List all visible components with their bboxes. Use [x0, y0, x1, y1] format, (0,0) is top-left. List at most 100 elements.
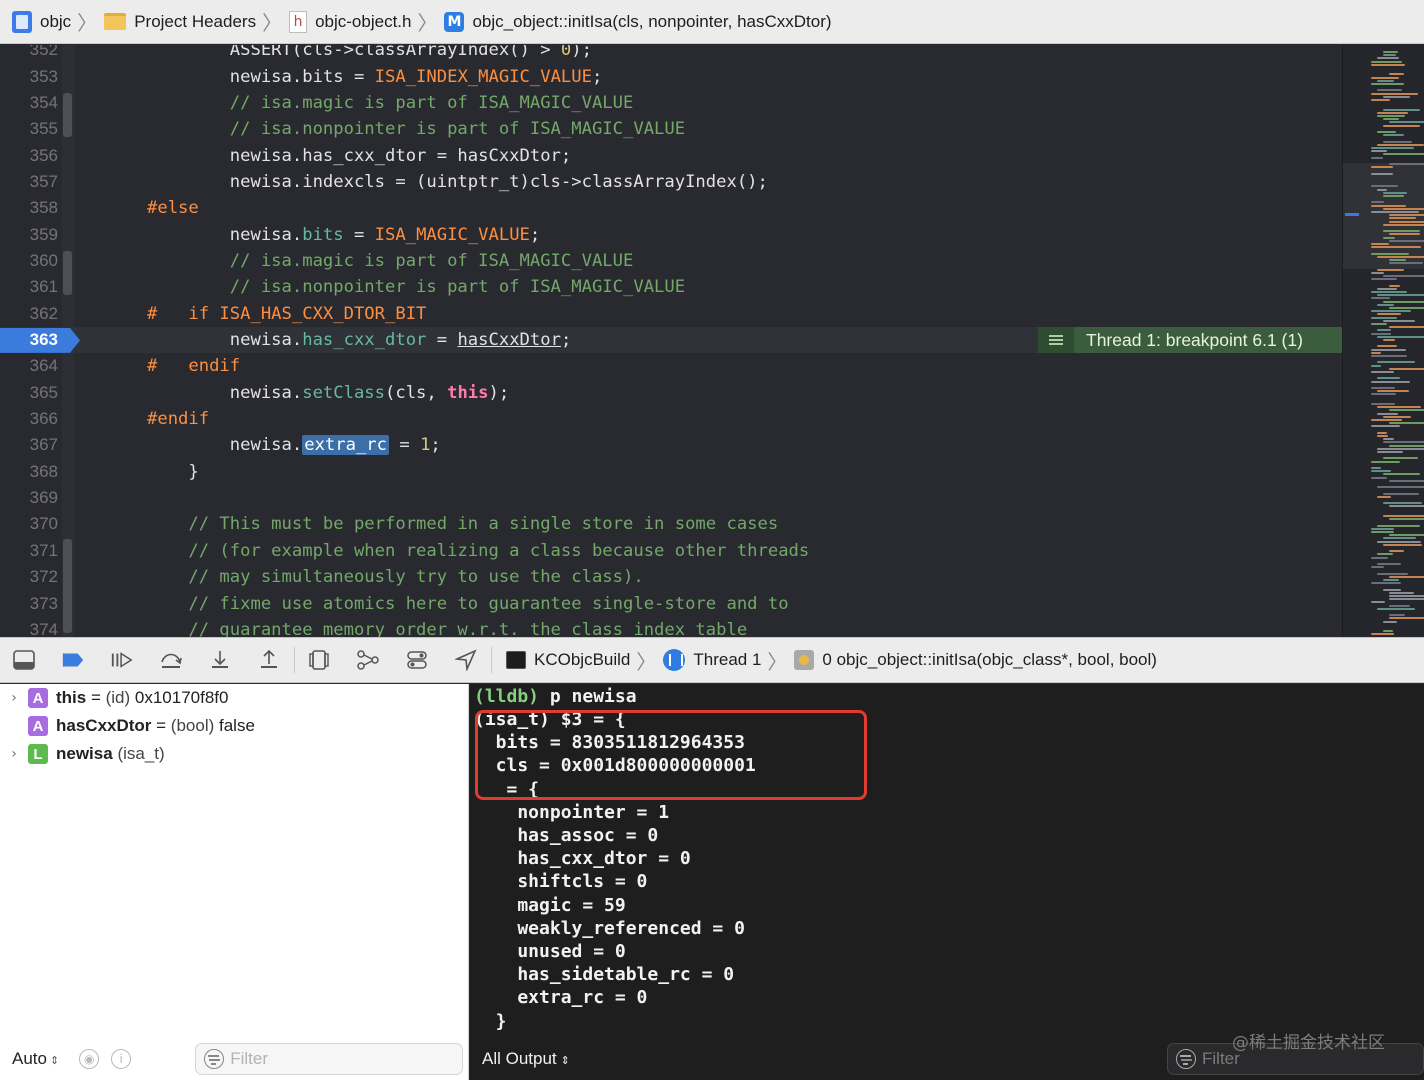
code-line[interactable]: 354 // isa.magic is part of ISA_MAGIC_VA… [0, 90, 1342, 116]
minimap[interactable] [1342, 45, 1424, 637]
thread-label: Thread 1 [693, 650, 762, 669]
code-text: } [147, 461, 199, 482]
minimap-line [1371, 387, 1395, 389]
breakpoints-toggle-button[interactable] [61, 649, 85, 671]
step-out-button[interactable] [257, 649, 281, 671]
code-line[interactable]: 359 newisa.bits = ISA_MAGIC_VALUE; [0, 221, 1342, 247]
minimap-line [1371, 476, 1387, 479]
breadcrumb-method[interactable]: M objc_object::initIsa(cls, nonpointer, … [444, 11, 832, 32]
minimap-breakpoint-marker [1345, 213, 1359, 216]
minimap-line [1377, 390, 1410, 393]
chevron-right-icon: 〉 [262, 11, 283, 35]
console-output-line: has_assoc = 0 [474, 825, 659, 846]
eye-icon[interactable]: ◉ [79, 1049, 100, 1069]
variables-view[interactable]: › A this = (id) 0x10170f8f0 A hasCxxDtor… [0, 684, 469, 1080]
line-number: 366 [29, 409, 58, 429]
hide-debug-area-button[interactable] [12, 649, 36, 671]
code-line[interactable]: 372 // may simultaneously try to use the… [0, 564, 1342, 590]
debug-memory-graph-button[interactable] [356, 649, 380, 671]
minimap-line [1377, 345, 1398, 348]
environment-overrides-button[interactable] [405, 649, 429, 671]
code-line[interactable]: 373 // fixme use atomics here to guarant… [0, 590, 1342, 616]
minimap-line [1389, 214, 1424, 217]
console-output-line: weakly_referenced = 0 [474, 917, 745, 939]
breadcrumb-label: objc_object::initIsa(cls, nonpointer, ha… [472, 11, 832, 31]
minimap-line [1371, 156, 1383, 159]
minimap-line [1383, 630, 1394, 633]
code-text: newisa.bits = ISA_MAGIC_VALUE; [147, 224, 541, 245]
debug-crumb-frame[interactable]: 0 objc_object::initIsa(objc_class*, bool… [794, 650, 1157, 670]
breadcrumb-label: objc-object.h [315, 11, 412, 31]
output-mode-popup[interactable]: All Output ⇕ [482, 1049, 570, 1069]
minimap-line [1383, 108, 1421, 111]
minimap-line [1371, 460, 1400, 463]
code-line[interactable]: 358 #else [0, 195, 1342, 221]
code-line[interactable]: 371 // (for example when realizing a cla… [0, 538, 1342, 564]
scope-label: Auto [12, 1049, 47, 1068]
code-line[interactable]: 367 newisa. extra_rc = 1; [0, 432, 1342, 458]
variable-value: false [214, 716, 255, 735]
code-line[interactable]: 360 // isa.magic is part of ISA_MAGIC_VA… [0, 248, 1342, 274]
breadcrumb-label: Project Headers [134, 11, 257, 31]
variable-row[interactable]: › L newisa (isa_t) [0, 740, 165, 768]
code-line[interactable]: 369 [0, 485, 1342, 511]
variables-filter-field[interactable]: Filter [195, 1043, 464, 1075]
info-icon[interactable]: i [111, 1049, 132, 1069]
minimap-line [1377, 435, 1389, 437]
code-line[interactable]: 362 # if ISA_HAS_CXX_DTOR_BIT [0, 301, 1342, 327]
minimap-line [1383, 195, 1405, 197]
code-line[interactable]: 374 // guarantee memory order w.r.t. the… [0, 617, 1342, 637]
minimap-line [1377, 79, 1395, 82]
code-line[interactable]: 368 } [0, 459, 1342, 485]
line-number: 374 [29, 619, 58, 637]
minimap-line [1389, 422, 1424, 425]
minimap-line [1371, 403, 1395, 405]
breakpoint-annotation[interactable]: Thread 1: breakpoint 6.1 (1) [1038, 327, 1342, 353]
code-line[interactable]: 353 newisa.bits = ISA_INDEX_MAGIC_VALUE; [0, 63, 1342, 89]
breadcrumb-project[interactable]: objc [12, 10, 71, 33]
simulate-location-button[interactable] [454, 649, 478, 671]
variable-type: (bool) [170, 716, 215, 735]
variable-row[interactable]: A hasCxxDtor = (bool) false [0, 712, 255, 740]
breakpoint-icon [62, 653, 84, 667]
variable-type: (isa_t) [117, 744, 165, 763]
view-hierarchy-icon [309, 650, 329, 670]
minimap-line [1377, 451, 1404, 453]
minimap-line [1389, 220, 1424, 223]
breadcrumb-group[interactable]: Project Headers [104, 12, 256, 32]
disclosure-triangle-icon[interactable]: › [0, 690, 28, 706]
code-line[interactable]: 356 newisa.has_cxx_dtor = hasCxxDtor; [0, 142, 1342, 168]
code-line[interactable]: 366 #endif [0, 406, 1342, 432]
code-line[interactable]: 361 // isa.nonpointer is part of ISA_MAG… [0, 274, 1342, 300]
debug-crumb-process[interactable]: KCObjcBuild [506, 650, 630, 670]
code-line[interactable]: 357 newisa.indexcls = (uintptr_t)cls->cl… [0, 169, 1342, 195]
step-over-button[interactable] [159, 649, 183, 671]
argument-badge-icon: A [28, 688, 48, 708]
debug-breadcrumb: KCObjcBuild 〉 Thread 1 〉 0 objc_object::… [506, 646, 1157, 675]
variables-footer: Auto ⇕ ◉ i Filter [0, 1038, 469, 1080]
code-line[interactable]: 370 // This must be performed in a singl… [0, 511, 1342, 537]
minimap-line [1371, 323, 1387, 325]
step-into-button[interactable] [208, 649, 232, 671]
source-editor[interactable]: 352 ASSERT(cls->classArrayIndex() > 0); 3… [0, 45, 1342, 637]
code-line[interactable]: 364 # endif [0, 353, 1342, 379]
minimap-line [1383, 191, 1408, 194]
disclosure-triangle-icon[interactable]: › [0, 746, 28, 762]
debug-crumb-thread[interactable]: Thread 1 [663, 649, 761, 671]
minimap-line [1371, 393, 1396, 396]
line-number: 353 [29, 66, 58, 86]
code-text: newisa.has_cxx_dtor = hasCxxDtor; [147, 330, 572, 351]
minimap-line [1377, 377, 1400, 380]
minimap-line [1371, 99, 1391, 101]
code-text: # endif [147, 356, 241, 377]
minimap-line [1383, 140, 1412, 143]
variable-row[interactable]: › A this = (id) 0x10170f8f0 [0, 684, 228, 712]
code-line[interactable]: 352 ASSERT(cls->classArrayIndex() > 0); [0, 45, 1342, 63]
code-line[interactable]: 365 newisa.setClass(cls, this); [0, 380, 1342, 406]
code-line[interactable]: 355 // isa.nonpointer is part of ISA_MAG… [0, 116, 1342, 142]
scope-popup[interactable]: Auto ⇕ [12, 1049, 59, 1069]
debug-view-hierarchy-button[interactable] [307, 649, 331, 671]
breadcrumb-file[interactable]: h objc-object.h [289, 10, 412, 33]
minimap-line [1383, 502, 1423, 505]
continue-button[interactable] [110, 649, 134, 671]
